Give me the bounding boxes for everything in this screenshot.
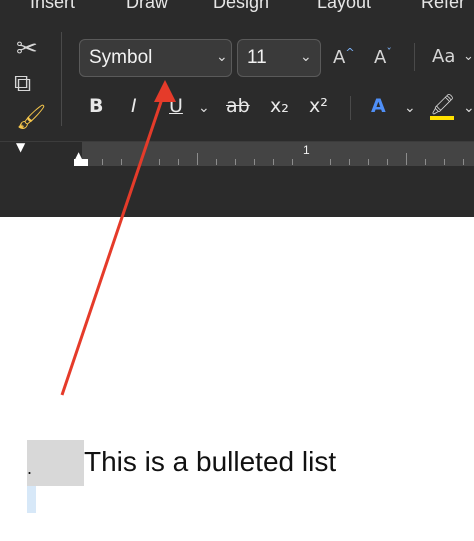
ruler-tick	[425, 159, 426, 165]
tab-design[interactable]: Design	[213, 0, 269, 13]
underline-button[interactable]: U	[169, 95, 183, 117]
document-page[interactable]	[0, 217, 474, 541]
selected-bullet[interactable]	[27, 440, 84, 486]
ruler-label: 1	[303, 143, 310, 157]
bullet-marker[interactable]: .	[27, 458, 32, 479]
tab-references[interactable]: Refer	[421, 0, 465, 13]
tab-layout[interactable]: Layout	[317, 0, 371, 13]
ruler-tick	[463, 159, 464, 165]
ruler-tick	[444, 159, 445, 165]
ruler-tick	[349, 159, 350, 165]
chevron-down-icon[interactable]: ⌄	[463, 49, 474, 64]
change-case-icon[interactable]: Aa	[432, 46, 455, 67]
first-line-indent-marker[interactable]: ▼	[16, 140, 25, 154]
subscript-button[interactable]: x₂	[270, 95, 289, 117]
divider	[61, 32, 62, 126]
increase-font-size-icon[interactable]: A^	[333, 46, 355, 68]
text-cursor-highlight	[27, 486, 36, 513]
tab-draw[interactable]: Draw	[126, 0, 168, 13]
copy-icon[interactable]: ⧉	[14, 69, 31, 97]
chevron-down-icon: ⌄	[300, 48, 312, 64]
font-family-dropdown[interactable]: Symbol ⌄	[79, 39, 232, 77]
ruler-tick	[121, 159, 122, 165]
ruler-tick	[197, 153, 198, 165]
ruler-tick	[387, 159, 388, 165]
chevron-down-icon[interactable]: ⌄	[198, 99, 210, 116]
bulleted-list-item[interactable]: This is a bulleted list	[84, 446, 336, 478]
ruler-tick	[330, 159, 331, 165]
strikethrough-button[interactable]: ab	[226, 95, 250, 117]
ruler-tick	[406, 153, 407, 165]
font-family-value: Symbol	[89, 47, 153, 68]
ruler-tick	[254, 159, 255, 165]
italic-button[interactable]: I	[131, 95, 137, 117]
ruler-tick	[273, 159, 274, 165]
divider	[350, 96, 351, 120]
tab-insert[interactable]: Insert	[30, 0, 75, 13]
chevron-down-icon[interactable]: ⌄	[463, 99, 474, 116]
superscript-button[interactable]: x²	[309, 95, 328, 117]
ruler-tick	[140, 159, 141, 165]
ruler-tick	[216, 159, 217, 165]
paintbrush-icon[interactable]: 🖌	[16, 103, 46, 131]
highlight-color-swatch	[430, 116, 454, 120]
ruler[interactable]: ▼ ▲ 1	[0, 140, 474, 168]
text-effects-button[interactable]: A	[371, 95, 386, 117]
decrease-font-size-icon[interactable]: Aˇ	[374, 46, 392, 68]
bold-button[interactable]: B	[89, 95, 103, 117]
ribbon-tabs: Insert Draw Design Layout Refer	[0, 0, 474, 14]
scissors-icon[interactable]: ✂	[16, 34, 38, 64]
chevron-down-icon: ⌄	[216, 48, 228, 64]
ruler-tick	[102, 159, 103, 165]
chevron-down-icon[interactable]: ⌄	[404, 99, 416, 116]
ruler-tick	[178, 159, 179, 165]
font-size-dropdown[interactable]: 11 ⌄	[237, 39, 321, 77]
left-indent-handle[interactable]	[74, 159, 88, 166]
highlight-icon[interactable]: 🖍	[430, 92, 455, 116]
ribbon: Insert Draw Design Layout Refer ✂ ⧉ 🖌 Sy…	[0, 0, 474, 217]
ruler-tick	[368, 159, 369, 165]
divider	[414, 43, 415, 71]
ruler-tick	[159, 159, 160, 165]
font-size-value: 11	[247, 47, 267, 68]
ruler-tick	[292, 159, 293, 165]
ruler-tick	[235, 159, 236, 165]
